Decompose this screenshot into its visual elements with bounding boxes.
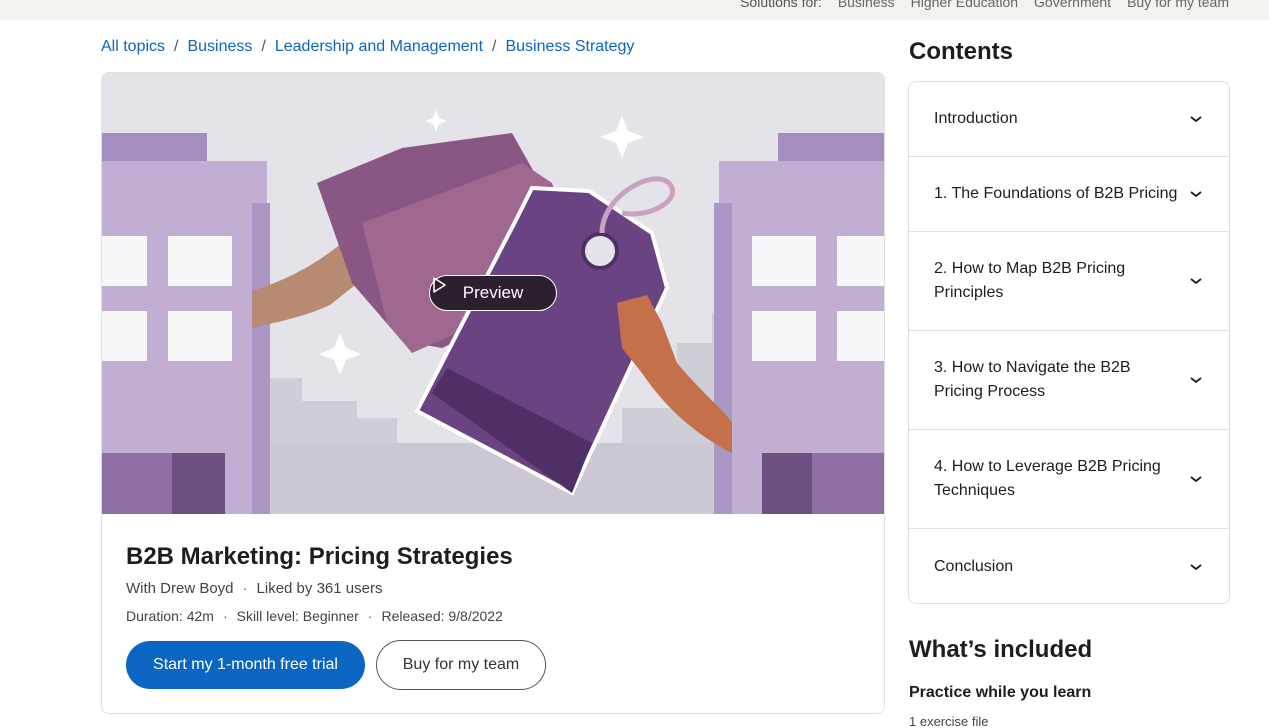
nav-link-higher-education[interactable]: Higher Education [911,0,1018,10]
course-title: B2B Marketing: Pricing Strategies [126,543,513,570]
breadcrumb-all-topics[interactable]: All topics [101,38,165,56]
course-author-row: With Drew Boyd · Liked by 361 users [126,580,382,597]
course-duration: Duration: 42m [126,608,214,624]
section-introduction[interactable]: Introduction [909,82,1229,157]
chevron-down-icon [1190,278,1202,285]
section-map-principles[interactable]: 2. How to Map B2B Pricing Principles [909,232,1229,331]
course-hero-image[interactable]: Preview [102,73,884,514]
section-conclusion[interactable]: Conclusion [909,529,1229,603]
solutions-label: Solutions for: [740,0,822,10]
section-leverage-techniques[interactable]: 4. How to Leverage B2B Pricing Technique… [909,430,1229,529]
top-bar: Solutions for: Business Higher Education… [0,0,1269,20]
contents-accordion: Introduction 1. The Foundations of B2B P… [908,81,1230,604]
course-skill-level: Skill level: Beginner [236,608,359,624]
chevron-down-icon [1190,377,1202,384]
contents-title: Contents [909,38,1013,65]
exercise-files: 1 exercise file [909,714,989,728]
section-label: 1. The Foundations of B2B Pricing [934,185,1178,202]
start-free-trial-button[interactable]: Start my 1-month free trial [126,641,365,689]
section-navigate-process[interactable]: 3. How to Navigate the B2B Pricing Proce… [909,331,1229,430]
breadcrumb-separator: / [492,38,497,55]
play-icon [433,277,446,293]
chevron-down-icon [1190,116,1202,123]
breadcrumb: All topics / Business / Leadership and M… [101,38,634,56]
section-label: 4. How to Leverage B2B Pricing Technique… [934,458,1161,499]
breadcrumb-business-strategy[interactable]: Business Strategy [505,38,634,56]
nav-link-business[interactable]: Business [838,0,895,10]
buy-for-team-button[interactable]: Buy for my team [376,640,546,690]
section-label: 3. How to Navigate the B2B Pricing Proce… [934,359,1131,400]
nav-link-buy-for-team[interactable]: Buy for my team [1127,0,1229,10]
nav-link-government[interactable]: Government [1034,0,1111,10]
chevron-down-icon [1190,476,1202,483]
section-foundations[interactable]: 1. The Foundations of B2B Pricing [909,157,1229,232]
whats-included-title: What’s included [909,636,1093,663]
practice-title: Practice while you learn [909,684,1092,701]
section-label: 2. How to Map B2B Pricing Principles [934,260,1126,301]
breadcrumb-separator: / [174,38,179,55]
breadcrumb-leadership[interactable]: Leadership and Management [275,38,483,56]
course-likes: Liked by 361 users [256,580,383,597]
course-details-row: Duration: 42m · Skill level: Beginner · … [126,608,503,624]
course-card: Preview B2B Marketing: Pricing Strategie… [101,72,885,714]
preview-label: Preview [462,283,524,302]
course-author[interactable]: With Drew Boyd [126,580,234,597]
meta-separator: · [242,580,248,597]
section-label: Introduction [934,110,1018,127]
section-label: Conclusion [934,557,1014,575]
breadcrumb-business[interactable]: Business [187,38,252,56]
solutions-nav: Solutions for: Business Higher Education… [740,0,1229,10]
breadcrumb-separator: / [261,38,266,55]
meta-separator: · [367,608,373,624]
course-released: Released: 9/8/2022 [381,608,503,624]
chevron-down-icon [1190,191,1202,198]
meta-separator: · [222,608,228,624]
preview-button[interactable]: Preview [429,275,557,311]
chevron-down-icon [1190,563,1202,570]
